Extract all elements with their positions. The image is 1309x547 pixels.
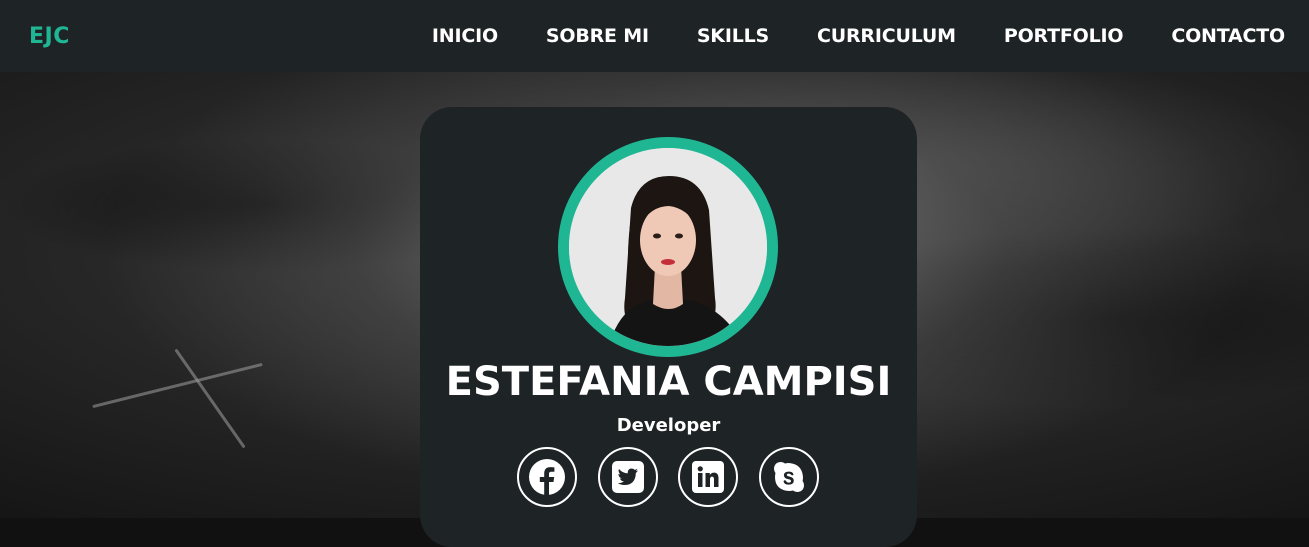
- nav-link-inicio[interactable]: INICIO: [432, 25, 498, 47]
- skype-button[interactable]: [758, 447, 819, 507]
- profile-photo-illustration: [569, 148, 767, 346]
- background-scratch: [92, 362, 263, 409]
- nav-menu: INICIO SOBRE MI SKILLS CURRICULUM PORTFO…: [384, 0, 1285, 72]
- brand-logo[interactable]: EJC: [29, 24, 70, 49]
- twitter-button[interactable]: [597, 447, 658, 507]
- nav-link-skills[interactable]: SKILLS: [697, 25, 769, 47]
- nav-link-curriculum[interactable]: CURRICULUM: [817, 25, 956, 47]
- twitter-icon: [611, 461, 644, 493]
- facebook-icon: [529, 459, 565, 495]
- nav-link-portfolio[interactable]: PORTFOLIO: [1004, 25, 1124, 47]
- profile-photo: [569, 148, 767, 346]
- profile-card: ESTEFANIA CAMPISI Developer: [420, 107, 917, 547]
- social-links: [517, 447, 819, 507]
- navbar: EJC INICIO SOBRE MI SKILLS CURRICULUM PO…: [0, 0, 1309, 72]
- profile-name: ESTEFANIA CAMPISI: [445, 359, 892, 405]
- nav-link-contacto[interactable]: CONTACTO: [1171, 25, 1285, 47]
- nav-link-sobre-mi[interactable]: SOBRE MI: [546, 25, 649, 47]
- profile-role: Developer: [616, 415, 721, 436]
- linkedin-button[interactable]: [678, 447, 739, 507]
- skype-icon: [773, 462, 804, 492]
- background-scratch: [174, 348, 246, 449]
- avatar-ring: [558, 137, 778, 357]
- facebook-button[interactable]: [517, 447, 577, 507]
- linkedin-icon: [692, 461, 725, 493]
